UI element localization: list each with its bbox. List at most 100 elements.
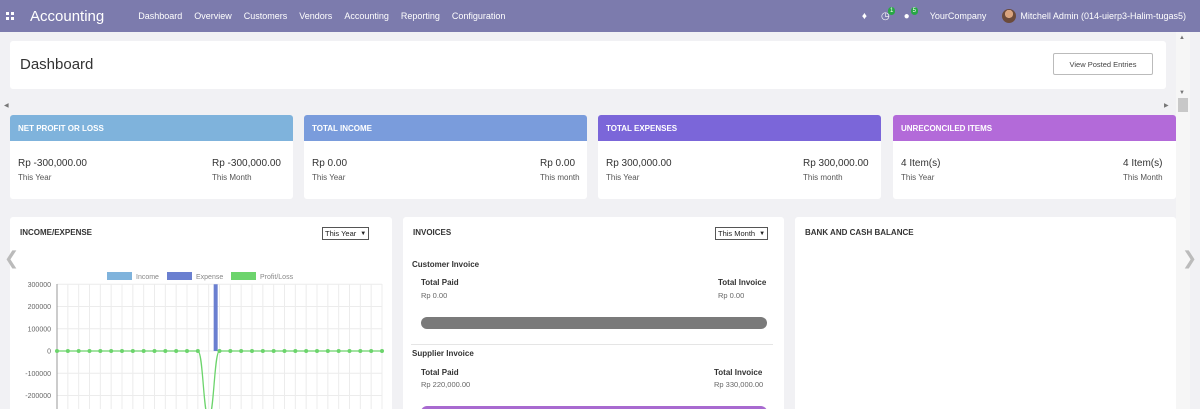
bank-cash-balance-panel: BANK AND CASH BALANCE [795, 217, 1176, 409]
legend-label: Profit/Loss [260, 274, 294, 281]
bell-icon[interactable]: ♦ [862, 11, 867, 22]
profit-loss-point [293, 349, 298, 353]
year-label: This Year [312, 173, 346, 182]
invoices-period-select[interactable]: This Month ▼ [715, 227, 769, 240]
company-switcher[interactable]: YourCompany [930, 11, 987, 21]
year-label: This Year [606, 173, 640, 182]
card-total-income[interactable]: TOTAL INCOME Rp 0.00 This Year Rp 0.00 T… [304, 115, 587, 199]
supplier-total-invoice-value: Rp 330,000.00 [714, 380, 764, 389]
panel-title: INVOICES [413, 228, 452, 237]
vertical-scrollbar[interactable]: ▲ ▼ [1176, 32, 1190, 409]
profit-loss-point [130, 349, 135, 353]
activity-clock-icon[interactable]: ◷ 1 [881, 6, 896, 22]
user-avatar[interactable] [1002, 9, 1017, 23]
user-menu[interactable]: Mitchell Admin (014-uierp3-Halim-tugas5) [1020, 11, 1186, 21]
customer-total-invoice-value: Rp 0.00 [718, 291, 745, 300]
month-amount: Rp 0.00 [540, 158, 576, 169]
supplier-invoice-heading: Supplier Invoice [412, 349, 474, 358]
year-label: This Year [901, 173, 935, 182]
income-expense-panel: INCOME/EXPENSE This Year ▼ Income Expense P… [10, 217, 392, 409]
month-label: This month [803, 173, 843, 182]
divider [411, 344, 773, 345]
profit-loss-point [163, 349, 168, 353]
card-header: TOTAL INCOME [304, 115, 587, 141]
profit-loss-point [87, 349, 92, 353]
legend-label: Expense [196, 274, 223, 281]
y-tick-label: 0 [47, 349, 51, 356]
control-panel: Dashboard View Posted Entries [10, 41, 1166, 89]
card-net-profit[interactable]: NET PROFIT OR LOSS Rp -300,000.00 This Y… [10, 115, 293, 199]
profit-loss-point [358, 349, 363, 353]
month-amount: 4 Item(s) [1123, 158, 1163, 169]
top-navbar: Accounting Dashboard Overview Customers … [0, 0, 1200, 32]
message-count-badge: 5 [910, 6, 919, 15]
profit-loss-point [239, 349, 244, 353]
y-tick-label: -200000 [25, 393, 51, 400]
menu-item-reporting[interactable]: Reporting [401, 11, 440, 21]
y-tick-label: 200000 [28, 304, 51, 311]
panel-title: BANK AND CASH BALANCE [805, 228, 914, 237]
activity-count-badge: 1 [887, 6, 896, 15]
month-amount: Rp 300,000.00 [803, 158, 869, 169]
scroll-right-arrow-icon[interactable]: ▶ [1164, 102, 1169, 109]
profit-loss-point [152, 349, 157, 353]
menu-item-customers[interactable]: Customers [244, 11, 288, 21]
supplier-total-paid-label: Total Paid [421, 368, 459, 377]
scrollbar-thumb[interactable] [1178, 98, 1188, 112]
y-tick-label: 100000 [28, 326, 51, 333]
customer-total-invoice-label: Total Invoice [718, 278, 767, 287]
profit-loss-point [141, 349, 146, 353]
card-unreconciled-items[interactable]: UNRECONCILED ITEMS 4 Item(s) This Year 4… [893, 115, 1176, 199]
menu-item-accounting[interactable]: Accounting [344, 11, 389, 21]
profit-loss-point [76, 349, 81, 353]
card-header: TOTAL EXPENSES [598, 115, 881, 141]
supplier-total-invoice-label: Total Invoice [714, 368, 763, 377]
year-amount: Rp -300,000.00 [18, 158, 87, 169]
apps-menu-icon[interactable] [6, 12, 14, 20]
y-tick-label: 300000 [28, 282, 51, 289]
carousel-prev-arrow-icon[interactable]: ❮ [4, 248, 19, 269]
year-amount: Rp 300,000.00 [606, 158, 672, 169]
profit-loss-point [228, 349, 233, 353]
scroll-up-arrow-icon[interactable]: ▲ [1179, 35, 1185, 41]
legend-swatch [107, 272, 132, 280]
month-label: This Month [212, 173, 252, 182]
profit-loss-point [250, 349, 254, 353]
messages-chat-icon[interactable]: ● 5 [904, 6, 919, 22]
view-posted-entries-button[interactable]: View Posted Entries [1053, 53, 1153, 75]
scroll-down-arrow-icon[interactable]: ▼ [1179, 90, 1185, 96]
scroll-left-arrow-icon[interactable]: ◀ [4, 102, 9, 109]
profit-loss-point [315, 349, 319, 353]
menu-item-overview[interactable]: Overview [194, 11, 232, 21]
profit-loss-point [260, 349, 265, 353]
expense-bar [213, 284, 218, 351]
profit-loss-point [185, 349, 189, 353]
profit-loss-point [98, 349, 103, 353]
supplier-total-paid-value: Rp 220,000.00 [421, 380, 471, 389]
navbar-right: ♦ ◷ 1 ● 5 YourCompany Mitchell Admin (014-… [862, 0, 1200, 32]
selected-period: This Month [718, 229, 756, 238]
customer-invoice-progress-bar [421, 317, 767, 329]
card-total-expenses[interactable]: TOTAL EXPENSES Rp 300,000.00 This Year R… [598, 115, 881, 199]
legend-swatch [231, 272, 256, 280]
profit-loss-point [336, 349, 341, 353]
carousel-next-arrow-icon[interactable]: ❯ [1182, 248, 1197, 269]
menu-item-vendors[interactable]: Vendors [299, 11, 332, 21]
month-amount: Rp -300,000.00 [212, 158, 281, 169]
customer-invoice-heading: Customer Invoice [412, 260, 480, 269]
invoices-panel: INVOICES This Month ▼ Customer Invoice To… [403, 217, 784, 409]
month-label: This month [540, 173, 580, 182]
y-tick-label: -100000 [25, 371, 51, 378]
legend-swatch [167, 272, 192, 280]
month-label: This Month [1123, 173, 1163, 182]
card-header: UNRECONCILED ITEMS [893, 115, 1176, 141]
menu-item-dashboard[interactable]: Dashboard [138, 11, 182, 21]
profit-loss-point [282, 349, 287, 353]
profit-loss-point [195, 349, 200, 353]
year-amount: 4 Item(s) [901, 158, 941, 169]
app-name[interactable]: Accounting [30, 8, 104, 25]
legend-label: Income [136, 274, 159, 281]
profit-loss-point [55, 349, 59, 353]
menu-item-configuration[interactable]: Configuration [452, 11, 506, 21]
profit-loss-point [347, 349, 352, 353]
